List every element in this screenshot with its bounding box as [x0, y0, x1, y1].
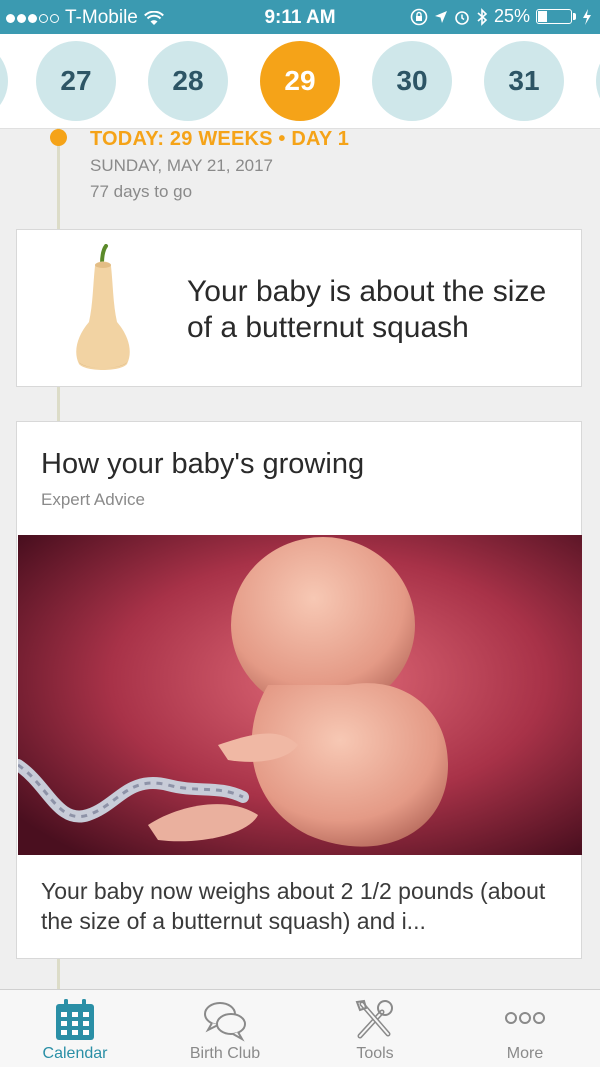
status-bar: T-Mobile 9:11 AM 25%	[0, 0, 600, 34]
tab-tools[interactable]: Tools	[300, 990, 450, 1067]
tab-calendar[interactable]: Calendar	[0, 990, 150, 1067]
more-icon	[505, 1012, 545, 1024]
tools-icon	[355, 999, 393, 1039]
status-icons: 25%	[410, 6, 592, 27]
tab-birth-club[interactable]: Birth Club	[150, 990, 300, 1067]
alarm-icon	[455, 10, 469, 25]
baby-size-text: Your baby is about the size of a buttern…	[187, 275, 547, 344]
timeline-today-dot	[50, 129, 67, 146]
baby-size-card[interactable]: Your baby is about the size of a buttern…	[16, 229, 582, 387]
tab-label-birth-club: Birth Club	[189, 1045, 261, 1062]
orientation-lock-icon	[410, 8, 428, 25]
article-subtitle: Expert Advice	[41, 490, 145, 509]
today-title: TODAY: 29 WEEKS • DAY 1	[90, 128, 350, 150]
battery-percent: 25%	[493, 6, 530, 26]
week-circle-next[interactable]	[596, 41, 600, 121]
article-title: How your baby's growing	[41, 448, 365, 480]
days-to-go: 77 days to go	[90, 182, 193, 201]
tab-label-tools: Tools	[356, 1045, 394, 1062]
week-circle-prev[interactable]	[0, 41, 8, 121]
week-circle-28[interactable]: 28	[148, 41, 228, 121]
butternut-squash-icon	[76, 244, 130, 370]
charging-icon	[583, 8, 591, 25]
bottom-tab-bar: Calendar Birth Club Tools More	[0, 989, 600, 1067]
week-selector: 27 28 29 30 31	[0, 34, 600, 129]
article-card[interactable]: How your baby's growing Expert Advice Yo…	[16, 421, 582, 959]
bluetooth-icon	[477, 7, 488, 26]
fetus-illustration-image	[18, 535, 582, 855]
location-icon	[434, 10, 447, 23]
week-circle-27[interactable]: 27	[36, 41, 116, 121]
tab-label-more: More	[506, 1045, 544, 1062]
chat-bubbles-icon	[204, 1002, 246, 1042]
today-date: SUNDAY, MAY 21, 2017	[90, 156, 274, 175]
article-excerpt: Your baby now weighs about 2 1/2 pounds …	[41, 878, 546, 934]
battery-icon	[536, 9, 572, 24]
calendar-icon	[56, 999, 94, 1040]
week-circle-29-selected[interactable]: 29	[260, 41, 340, 121]
tab-more[interactable]: More	[450, 990, 600, 1067]
week-circle-31[interactable]: 31	[484, 41, 564, 121]
week-circle-30[interactable]: 30	[372, 41, 452, 121]
tab-label-calendar: Calendar	[42, 1045, 108, 1062]
